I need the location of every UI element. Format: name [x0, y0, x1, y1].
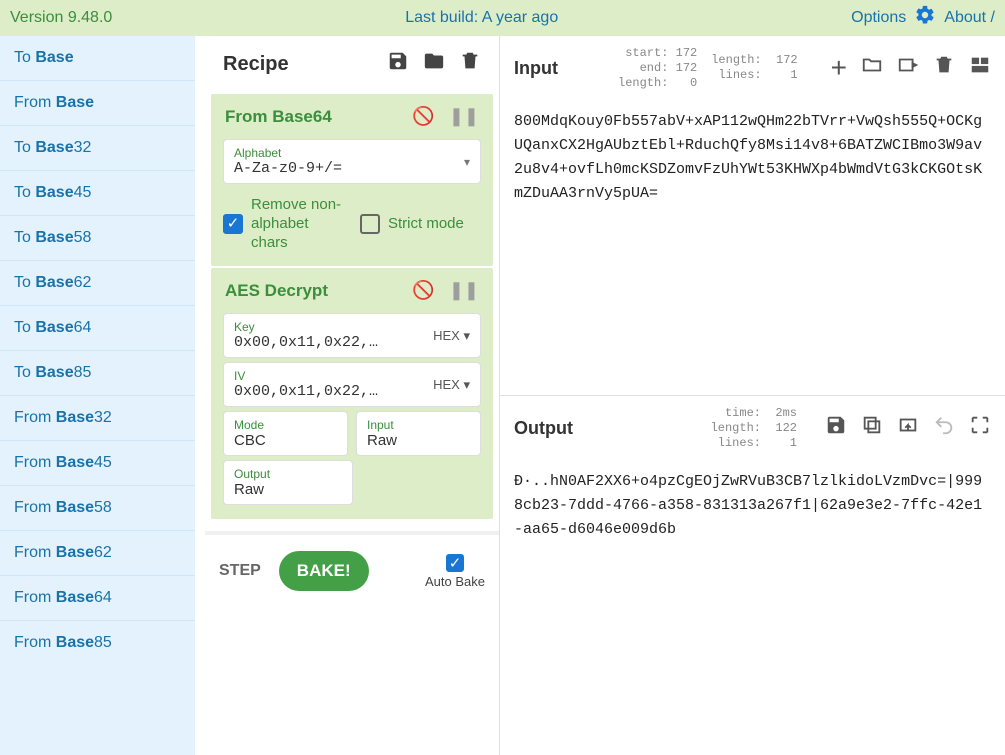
version-text: Version 9.48.0 [10, 9, 112, 27]
about-link[interactable]: About / [944, 9, 995, 27]
operation-item[interactable]: From Base85 [0, 620, 195, 665]
operation-item[interactable]: From Base32 [0, 395, 195, 440]
arg-label: Output [234, 467, 342, 481]
operation-item[interactable]: To Base58 [0, 215, 195, 260]
output-textarea[interactable]: Ð·..hN0AF2XX6+o4pzCgEOjZwRVuB3CB7lzlkido… [500, 460, 1005, 755]
input-textarea[interactable]: 800MdqKouy0Fb557abV+xAP112wQHm22bTVrr+Vw… [500, 100, 1005, 395]
op-title: From Base64 [225, 107, 404, 127]
strict-label: Strict mode [388, 215, 464, 234]
input-panel: Input start: 172 end: 172 length: 0 leng… [500, 36, 1005, 395]
splitter[interactable] [195, 36, 205, 755]
output-type-arg[interactable]: Output Raw [223, 460, 353, 505]
operation-item[interactable]: To Base64 [0, 305, 195, 350]
input-selection-stats: start: 172 end: 172 length: 0 [618, 46, 697, 91]
disable-op-icon[interactable]: 🚫 [412, 280, 434, 301]
last-build-text[interactable]: Last build: A year ago [405, 9, 558, 27]
recipe-title: Recipe [223, 53, 387, 76]
chevron-down-icon[interactable]: ▾ [464, 155, 470, 169]
alphabet-arg[interactable]: Alphabet A-Za-z0-9+/= ▾ [223, 139, 481, 184]
recipe-column: Recipe From Base64 🚫 ❚❚ Alphabet [205, 36, 500, 755]
key-arg[interactable]: Key 0x00,0x11,0x22,… HEX ▾ [223, 313, 481, 358]
disable-op-icon[interactable]: 🚫 [412, 106, 434, 127]
strict-mode-checkbox[interactable] [360, 214, 380, 234]
replace-input-icon[interactable] [897, 414, 919, 442]
gear-icon[interactable] [914, 4, 936, 32]
load-recipe-icon[interactable] [423, 50, 445, 78]
arg-label: Input [367, 418, 470, 432]
remove-non-alpha-checkbox[interactable]: ✓ [223, 214, 243, 234]
operation-item[interactable]: To Base32 [0, 125, 195, 170]
clear-input-icon[interactable] [933, 54, 955, 82]
recipe-op-from-base64[interactable]: From Base64 🚫 ❚❚ Alphabet A-Za-z0-9+/= ▾… [211, 94, 493, 266]
auto-bake-checkbox[interactable]: ✓ [446, 554, 464, 572]
input-length-stats: length: 172 lines: 1 [711, 53, 797, 83]
arg-value: Raw [367, 432, 470, 449]
auto-bake-label: Auto Bake [425, 574, 485, 589]
add-tab-icon[interactable]: + [831, 58, 847, 78]
undo-icon[interactable] [933, 414, 955, 442]
copy-output-icon[interactable] [861, 414, 883, 442]
key-type-select[interactable]: HEX ▾ [433, 328, 470, 344]
open-file-icon[interactable] [897, 54, 919, 82]
operation-item[interactable]: From Base45 [0, 440, 195, 485]
remove-label: Remove non-alphabet chars [251, 196, 344, 252]
output-title: Output [514, 418, 604, 439]
operation-item[interactable]: From Base [0, 80, 195, 125]
arg-value: CBC [234, 432, 337, 449]
step-button[interactable]: STEP [219, 562, 261, 580]
pause-op-icon[interactable]: ❚❚ [449, 106, 479, 127]
top-banner: Version 9.48.0 Last build: A year ago Op… [0, 0, 1005, 36]
iv-arg[interactable]: IV 0x00,0x11,0x22,… HEX ▾ [223, 362, 481, 407]
operation-item[interactable]: From Base58 [0, 485, 195, 530]
save-output-icon[interactable] [825, 414, 847, 442]
arg-label: Mode [234, 418, 337, 432]
bake-button[interactable]: BAKE! [279, 551, 369, 591]
operation-item[interactable]: From Base64 [0, 575, 195, 620]
operations-sidebar: To BaseFrom BaseTo Base32To Base45To Bas… [0, 36, 195, 755]
operation-item[interactable]: To Base62 [0, 260, 195, 305]
pause-op-icon[interactable]: ❚❚ [449, 280, 479, 301]
arg-value: A-Za-z0-9+/= [234, 160, 470, 177]
operation-item[interactable]: To Base45 [0, 170, 195, 215]
recipe-op-aes-decrypt[interactable]: AES Decrypt 🚫 ❚❚ Key 0x00,0x11,0x22,… HE… [211, 268, 493, 519]
operation-item[interactable]: To Base [0, 36, 195, 80]
operation-item[interactable]: From Base62 [0, 530, 195, 575]
options-link[interactable]: Options [851, 9, 906, 27]
clear-all-icon[interactable] [969, 54, 991, 82]
arg-label: Alphabet [234, 146, 470, 160]
output-panel: Output time: 2ms length: 122 lines: 1 Ð·… [500, 395, 1005, 755]
open-folder-icon[interactable] [861, 54, 883, 82]
mode-arg[interactable]: Mode CBC [223, 411, 348, 456]
operation-item[interactable]: To Base85 [0, 350, 195, 395]
op-title: AES Decrypt [225, 281, 404, 301]
clear-recipe-icon[interactable] [459, 50, 481, 78]
output-stats: time: 2ms length: 122 lines: 1 [711, 406, 797, 451]
arg-value: Raw [234, 481, 342, 498]
input-type-arg[interactable]: Input Raw [356, 411, 481, 456]
save-recipe-icon[interactable] [387, 50, 409, 78]
iv-type-select[interactable]: HEX ▾ [433, 377, 470, 393]
input-title: Input [514, 58, 604, 79]
maximize-icon[interactable] [969, 414, 991, 442]
